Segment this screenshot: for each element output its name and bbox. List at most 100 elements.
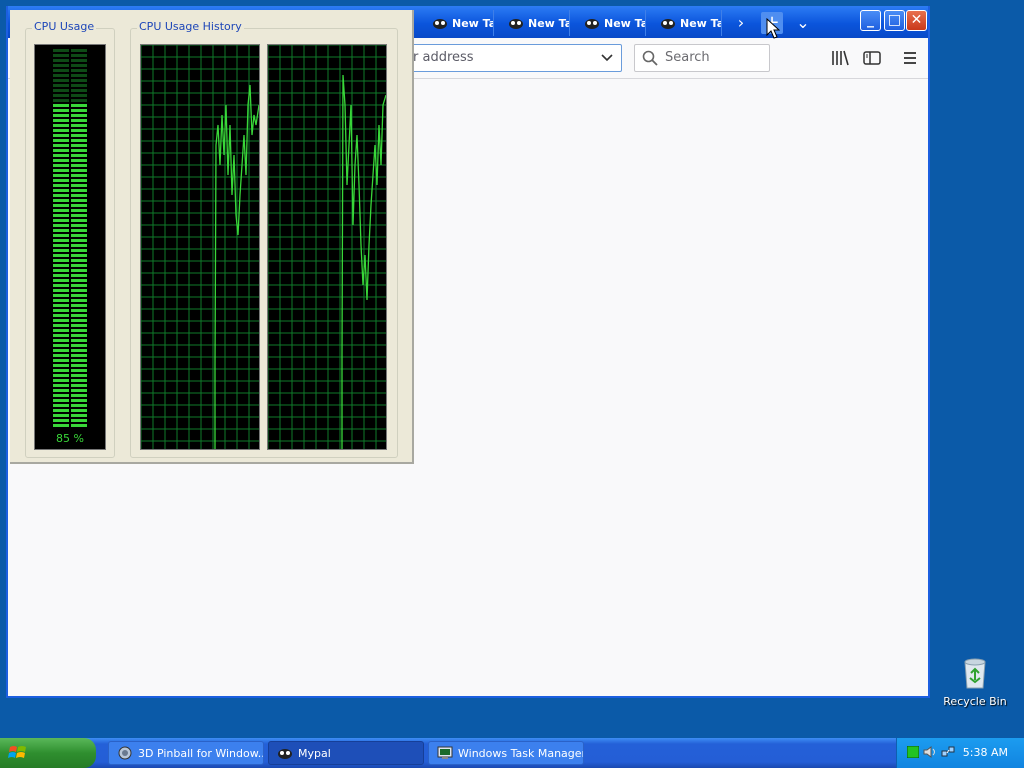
cpu-meter-segment [71, 99, 87, 102]
mypal-icon [433, 19, 447, 29]
cpu-meter-segment [53, 389, 69, 392]
tab-new-tab-3[interactable]: New Tab [574, 10, 646, 36]
cpu-meter-segment [71, 239, 87, 242]
cpu-meter-segment [71, 389, 87, 392]
cpu-meter-segment [53, 379, 69, 382]
cpu-meter-segment [71, 279, 87, 282]
cpu-meter-segment [71, 54, 87, 57]
cpu-meter-segment [53, 114, 69, 117]
cpu-meter-segment [71, 274, 87, 277]
windows-logo-icon [8, 746, 26, 758]
cpu-meter-segment [53, 104, 69, 107]
cpu-meter-segment [53, 69, 69, 72]
cpu-meter-segment [53, 149, 69, 152]
taskbar-item-mypal[interactable]: Mypal [268, 741, 424, 765]
cpu-meter-segment [53, 334, 69, 337]
cpu-meter-segment [53, 324, 69, 327]
recycle-bin-label: Recycle Bin [943, 695, 1007, 708]
task-manager-performance-panel: CPU Usage CPU Usage History 85 % [10, 10, 414, 464]
cpu-meter-segment [71, 339, 87, 342]
cpu-meter-segment [71, 259, 87, 262]
mypal-icon [278, 749, 292, 759]
cpu-meter-segment [53, 154, 69, 157]
cpu-meter-segment [53, 294, 69, 297]
cpu-meter-segment [71, 184, 87, 187]
cpu-history-plot-core-2 [267, 44, 387, 449]
start-button[interactable] [0, 738, 96, 768]
cpu-meter-segment [71, 384, 87, 387]
hamburger-menu-icon[interactable] [900, 48, 920, 68]
cpu-meter-segment [71, 399, 87, 402]
recycle-bin-icon [964, 658, 986, 689]
cpu-meter-segment [71, 139, 87, 142]
network-icon[interactable] [941, 745, 955, 759]
cpu-meter-segment [71, 414, 87, 417]
cpu-meter-segment [71, 64, 87, 67]
cpu-meter-segment [71, 164, 87, 167]
cpu-meter-segment [53, 184, 69, 187]
cpu-meter-segment [71, 189, 87, 192]
cpu-meter-segment [71, 204, 87, 207]
tab-new-tab-4[interactable]: New Tab [650, 10, 722, 36]
list-all-tabs-button[interactable]: ⌄ [792, 12, 814, 34]
cpu-meter-segment [53, 394, 69, 397]
recycle-bin-shortcut[interactable]: Recycle Bin [940, 656, 1010, 708]
search-input[interactable]: Search [634, 44, 770, 72]
library-icon[interactable] [830, 48, 850, 68]
cpu-meter-segment [71, 89, 87, 92]
tab-list: New Tab New Tab New Tab New Tab [422, 10, 726, 38]
cpu-meter-segment [53, 204, 69, 207]
tab-new-tab-2[interactable]: New Tab [498, 10, 570, 36]
maximize-button[interactable]: □ [884, 10, 905, 31]
cpu-meter-segment [53, 289, 69, 292]
cpu-meter-segment [71, 419, 87, 422]
cpu-meter-segment [53, 214, 69, 217]
cpu-meter-segment [71, 304, 87, 307]
cpu-meter-segment [71, 219, 87, 222]
sidebar-icon[interactable] [862, 48, 882, 68]
cpu-meter-segment [53, 364, 69, 367]
cpu-meter-segment [53, 169, 69, 172]
cpu-meter-segment [71, 224, 87, 227]
cpu-meter-segment [53, 284, 69, 287]
cpu-meter-segment [53, 64, 69, 67]
cpu-history-plot-core-1 [140, 44, 260, 449]
close-button[interactable]: ✕ [906, 10, 927, 31]
url-bar[interactable]: r address [400, 44, 622, 72]
cpu-meter-segment [71, 74, 87, 77]
cpu-meter-segment [53, 344, 69, 347]
cpu-meter-segment [71, 124, 87, 127]
taskbar-item-pinball[interactable]: 3D Pinball for Window... [108, 741, 264, 765]
tab-label: New Tab [528, 16, 569, 30]
cpu-meter-segment [71, 409, 87, 412]
cpu-meter-segment [53, 374, 69, 377]
minimize-button[interactable]: _ [860, 10, 881, 31]
cpu-meter-tray-icon[interactable] [907, 746, 919, 758]
cpu-meter-segment [53, 339, 69, 342]
cpu-meter-segment [71, 109, 87, 112]
cpu-meter-segment [53, 254, 69, 257]
cpu-meter-segment [53, 189, 69, 192]
tab-label: New Tab [680, 16, 721, 30]
taskbar: 3D Pinball for Window... Mypal Windows T… [0, 738, 1024, 768]
tab-scroll-right-button[interactable]: › [730, 12, 752, 34]
mypal-icon [661, 19, 675, 29]
cpu-meter-segment [71, 244, 87, 247]
cpu-meter-segment [53, 164, 69, 167]
tab-new-tab-1[interactable]: New Tab [422, 10, 494, 36]
cpu-meter-segment [71, 319, 87, 322]
volume-icon[interactable] [923, 745, 937, 759]
cpu-meter-segment [71, 144, 87, 147]
cpu-meter-segment [71, 324, 87, 327]
cpu-meter-segment [53, 259, 69, 262]
taskbar-item-task-manager[interactable]: Windows Task Manager [428, 741, 584, 765]
cpu-meter-segment [71, 364, 87, 367]
cpu-meter-segment [71, 114, 87, 117]
cpu-meter-segment [53, 404, 69, 407]
cpu-meter-segment [53, 244, 69, 247]
cpu-meter-segment [71, 329, 87, 332]
cpu-meter-segment [53, 264, 69, 267]
chevron-down-icon[interactable] [601, 45, 613, 81]
task-manager-icon [437, 746, 453, 759]
cpu-meter-segment [71, 254, 87, 257]
